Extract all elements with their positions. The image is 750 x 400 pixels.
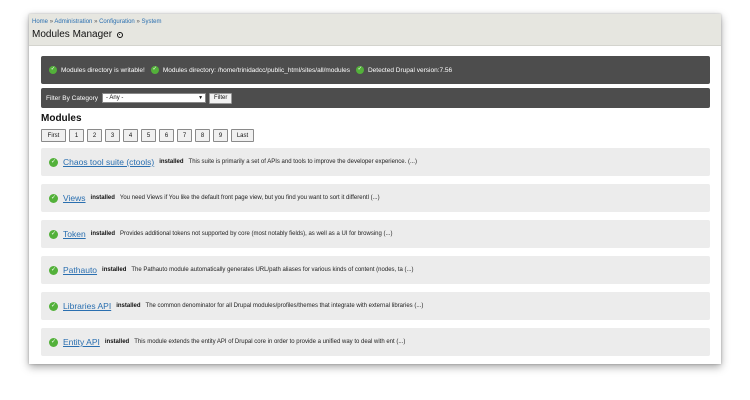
- module-status: installed: [90, 195, 115, 201]
- check-circle-icon: ✓: [49, 337, 58, 347]
- status-item: ✓ Detected Drupal version:7.56: [355, 66, 453, 74]
- status-bar: ✓ Modules directory is writable! ✓ Modul…: [41, 56, 710, 84]
- check-circle-icon: ✓: [49, 66, 57, 74]
- breadcrumb-separator: »: [49, 19, 54, 25]
- pager-page-2[interactable]: 2: [87, 129, 102, 142]
- check-circle-icon: ✓: [49, 193, 58, 203]
- pager-first[interactable]: First: [41, 129, 66, 142]
- filter-button[interactable]: Filter: [209, 92, 233, 104]
- module-name-link[interactable]: Views: [63, 193, 86, 203]
- check-circle-icon: ✓: [49, 229, 58, 239]
- pager-page-8[interactable]: 8: [195, 129, 210, 142]
- module-name-link[interactable]: Chaos tool suite (ctools): [63, 157, 154, 167]
- filter-label: Filter By Category: [46, 94, 99, 102]
- module-status: installed: [90, 231, 116, 237]
- pager-page-5[interactable]: 5: [141, 129, 156, 142]
- module-status: installed: [102, 267, 127, 273]
- page-header: Home » Administration » Configuration » …: [29, 14, 721, 46]
- module-description: The Pathauto module automatically genera…: [131, 267, 414, 273]
- check-circle-icon: ✓: [49, 157, 58, 167]
- breadcrumb-configuration[interactable]: Configuration: [99, 19, 135, 25]
- gear-icon[interactable]: [117, 31, 124, 38]
- pager: First 1 2 3 4 5 6 7 8 9 Last: [41, 129, 257, 142]
- pager-page-6[interactable]: 6: [159, 129, 174, 142]
- module-description: This suite is primarily a set of APIs an…: [188, 159, 417, 165]
- status-text: Detected Drupal version:7.56: [367, 66, 453, 74]
- pager-page-3[interactable]: 3: [105, 129, 120, 142]
- check-circle-icon: ✓: [150, 66, 159, 74]
- section-title: Modules: [41, 113, 82, 124]
- pager-page-7[interactable]: 7: [177, 129, 192, 142]
- filter-bar: Filter By Category - Any - ▼ Filter: [41, 88, 710, 108]
- module-row: ✓ Pathauto installed The Pathauto module…: [41, 256, 710, 284]
- module-status: installed: [116, 303, 141, 309]
- status-text: Modules directory: /home/trinidadcc/publ…: [162, 66, 350, 74]
- status-item: ✓ Modules directory is writable!: [49, 66, 145, 74]
- module-row: ✓ Views installed You need Views if You …: [41, 184, 710, 212]
- chevron-down-icon: ▼: [198, 95, 204, 101]
- module-name-link[interactable]: Pathauto: [63, 265, 97, 275]
- module-row: ✓ Chaos tool suite (ctools) installed Th…: [41, 148, 710, 176]
- status-text: Modules directory is writable!: [61, 66, 145, 74]
- module-status: installed: [159, 159, 184, 165]
- breadcrumb-separator: »: [94, 19, 98, 25]
- module-name-link[interactable]: Token: [63, 229, 86, 239]
- pager-page-4[interactable]: 4: [123, 129, 138, 142]
- check-circle-icon: ✓: [49, 265, 58, 275]
- admin-window: Home » Administration » Configuration » …: [29, 14, 721, 364]
- module-row: ✓ Entity API installed This module exten…: [41, 328, 710, 356]
- module-description: Provides additional tokens not supported…: [120, 231, 393, 237]
- breadcrumb-system[interactable]: System: [141, 19, 161, 25]
- pager-page-9[interactable]: 9: [213, 129, 228, 142]
- module-description: You need Views if You like the default f…: [119, 195, 380, 201]
- status-item: ✓ Modules directory: /home/trinidadcc/pu…: [150, 66, 350, 74]
- breadcrumb-home[interactable]: Home: [32, 19, 48, 25]
- page-title-row: Modules Manager: [32, 29, 124, 40]
- module-description: This module extends the entity API of Dr…: [134, 339, 406, 345]
- module-row: ✓ Token installed Provides additional to…: [41, 220, 710, 248]
- module-description: The common denominator for all Drupal mo…: [145, 303, 424, 309]
- breadcrumb-administration[interactable]: Administration: [54, 19, 92, 25]
- pager-page-1[interactable]: 1: [69, 129, 84, 142]
- check-circle-icon: ✓: [49, 301, 58, 311]
- module-name-link[interactable]: Entity API: [63, 337, 100, 347]
- page-title: Modules Manager: [32, 29, 113, 40]
- category-select[interactable]: - Any - ▼: [102, 93, 207, 103]
- module-name-link[interactable]: Libraries API: [63, 301, 111, 311]
- module-list: ✓ Chaos tool suite (ctools) installed Th…: [41, 148, 710, 364]
- pager-last[interactable]: Last: [231, 129, 254, 142]
- category-select-value: - Any -: [106, 95, 124, 101]
- module-status: installed: [104, 339, 130, 345]
- breadcrumb: Home » Administration » Configuration » …: [32, 19, 161, 25]
- breadcrumb-separator: »: [136, 19, 140, 25]
- module-row: ✓ Libraries API installed The common den…: [41, 292, 710, 320]
- check-circle-icon: ✓: [355, 66, 364, 74]
